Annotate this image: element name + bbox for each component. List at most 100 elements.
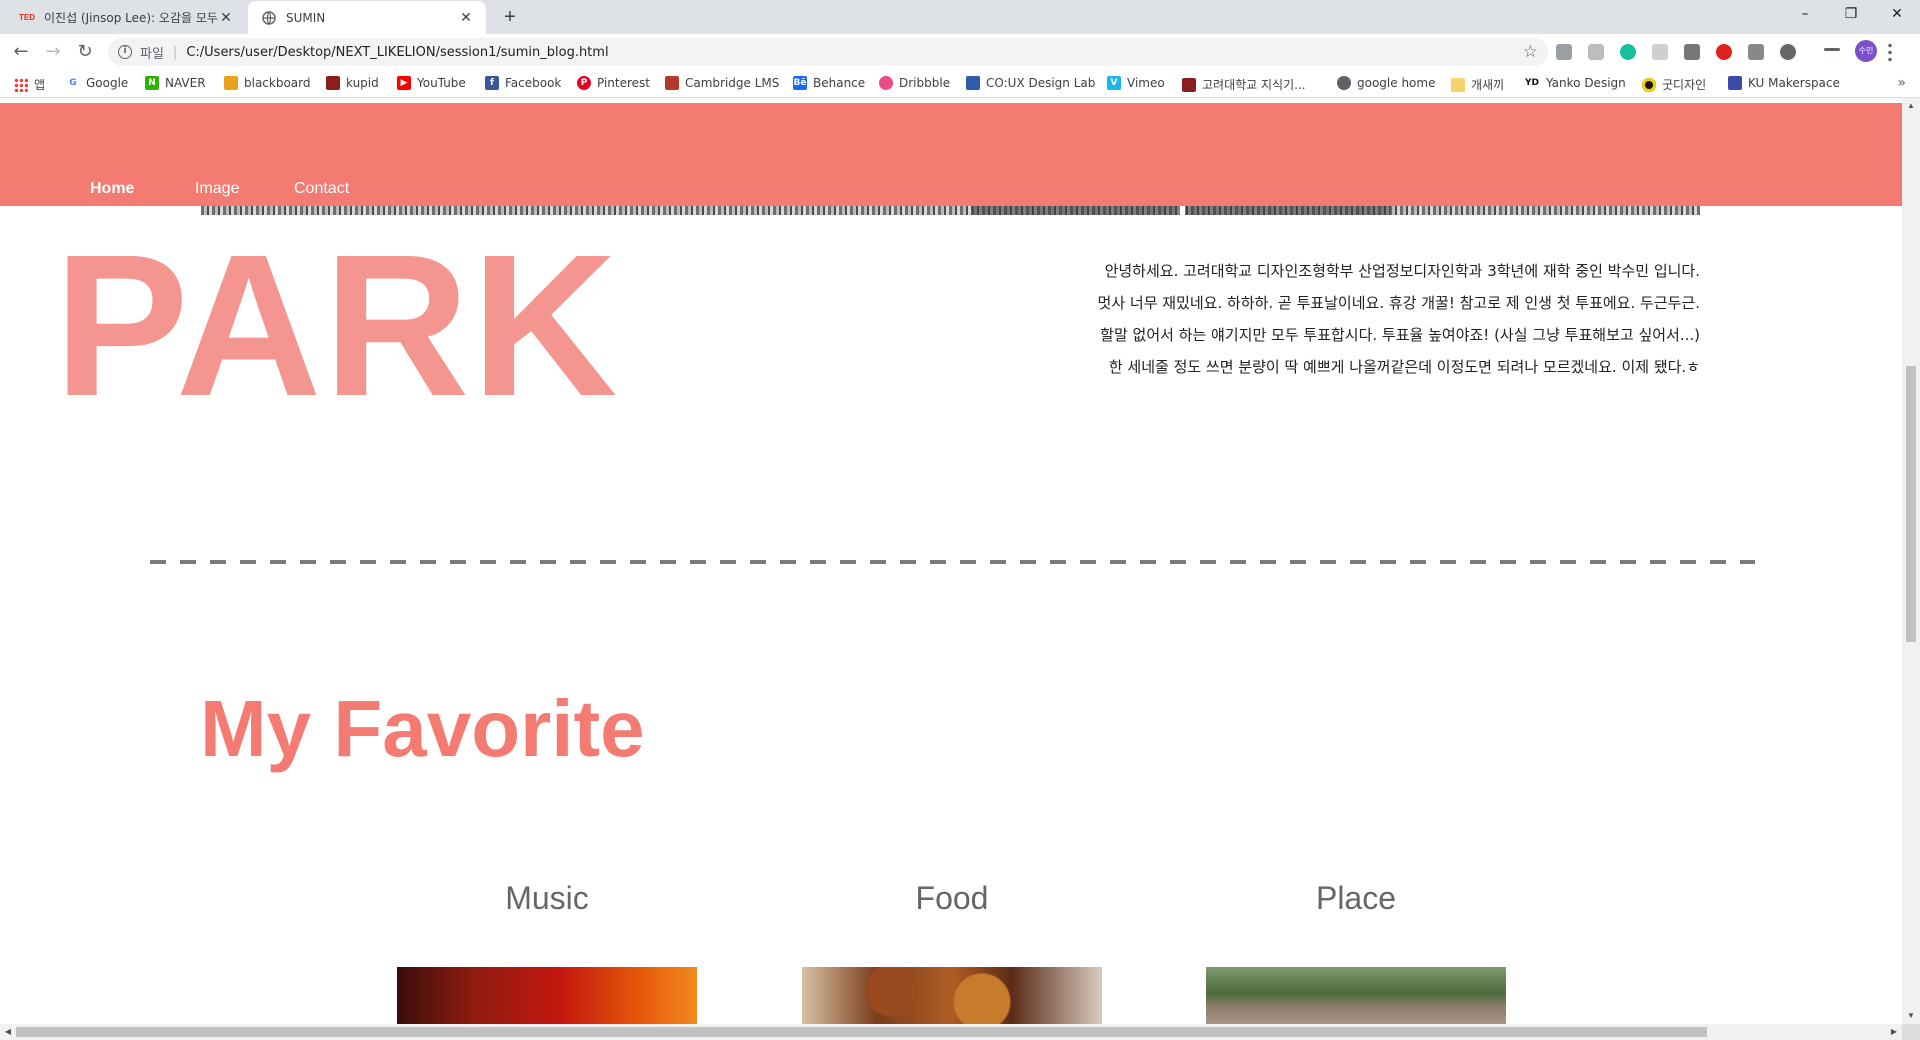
intro-paragraph: 안녕하세요. 고려대학교 디자인조형학부 산업정보디자인학과 3학년에 재학 중… [1000,255,1700,383]
behance-icon: Bē [793,76,807,90]
opera-vpn-icon[interactable] [1716,44,1732,60]
pinterest-icon: P [577,76,591,90]
address-separator: | [172,44,178,60]
scroll-down-icon[interactable]: ▼ [1902,1008,1920,1024]
grammarly-icon[interactable] [1620,44,1636,60]
bookmark-facebook[interactable]: f Facebook [485,76,561,90]
tab-strip: TED 이진섭 (Jinsop Lee): 오감을 모두 ✕ SUMIN ✕ +… [0,0,1920,34]
tab-ted[interactable]: TED 이진섭 (Jinsop Lee): 오감을 모두 ✕ [6,1,246,34]
address-url[interactable]: C:/Users/user/Desktop/NEXT_LIKELION/sess… [186,45,608,60]
makerspace-icon [1728,76,1742,90]
dashed-divider [150,560,1755,564]
bookmark-coux-design-lab[interactable]: CO:UX Design Lab [966,76,1095,90]
horizontal-scrollbar[interactable]: ◀ ▶ [0,1024,1902,1040]
bookmark-kupid[interactable]: kupid [326,76,379,90]
intro-line: 멋사 너무 재밌네요. 하하하. 곧 투표날이네요. 휴강 개꿀! 참고로 제 … [1097,294,1700,312]
youtube-icon: ▶ [397,76,411,90]
nav-home-link[interactable]: Home [90,180,134,198]
back-button[interactable]: ← [8,40,34,64]
bookmark-behance[interactable]: Bē Behance [793,76,865,90]
tab-sumin[interactable]: SUMIN ✕ [248,1,486,34]
ted-logo-icon: TED [19,13,35,22]
apps-grid-icon [14,77,28,92]
food-image [802,967,1102,1024]
bookmark-cambridge-lms[interactable]: Cambridge LMS [665,76,779,90]
scheme-label: 파일 [140,46,164,62]
blackboard-icon [224,76,238,90]
restore-button[interactable]: ❐ [1828,0,1874,30]
bookmark-google[interactable]: G Google [66,76,128,90]
info-icon[interactable]: i [118,45,132,59]
couxlab-icon [966,76,980,90]
bookmark-good-design[interactable]: 굿디자인 [1642,76,1706,93]
bookmark-korea-univ-knowledge[interactable]: 고려대학교 지식기... [1182,76,1306,93]
close-window-button[interactable]: ✕ [1874,0,1920,30]
cambridge-icon [665,76,679,90]
minimize-button[interactable]: – [1782,0,1828,30]
bookmark-blackboard[interactable]: blackboard [224,76,311,90]
globe-icon [260,10,278,25]
bookmark-star-icon[interactable]: ☆ [1523,42,1538,62]
extension-icon[interactable] [1556,44,1572,60]
bookmark-apps[interactable]: 앱 [14,76,45,93]
favorite-section-title: My Favorite [200,684,645,773]
extension-icon[interactable] [1652,44,1668,60]
bookmark-youtube[interactable]: ▶ YouTube [397,76,466,90]
extension-icon[interactable] [1684,44,1700,60]
scroll-left-icon[interactable]: ◀ [0,1024,16,1040]
bookmark-ku-makerspace[interactable]: KU Makerspace [1728,76,1840,90]
good-design-icon [1642,77,1656,92]
yanko-design-icon: YD [1524,76,1540,90]
korea-univ-crest-icon [1182,77,1196,92]
menu-dots-icon[interactable] [1888,42,1892,62]
nav-image-link[interactable]: Image [195,180,239,198]
bookmark-dribbble[interactable]: Dribbble [879,76,950,90]
favorite-label-place: Place [1315,880,1397,916]
address-bar[interactable]: i 파일 | C:/Users/user/Desktop/NEXT_LIKELI… [108,38,1548,66]
forward-button[interactable]: → [40,40,66,64]
playlist-icon[interactable] [1824,48,1840,51]
place-image [1206,967,1506,1024]
intro-line: 안녕하세요. 고려대학교 디자인조형학부 산업정보디자인학과 3학년에 재학 중… [1104,262,1700,280]
globe-icon [1337,76,1351,90]
scroll-right-icon[interactable]: ▶ [1886,1024,1902,1040]
page-viewport: Home Image Contact PARK 안녕하세요. 고려대학교 디자인… [0,98,1902,1024]
scrollbar-corner [1902,1024,1920,1040]
intro-line: 할말 없어서 하는 얘기지만 모두 투표합시다. 투표율 높여야죠! (사실 그… [1100,326,1700,344]
dribbble-icon [879,76,893,90]
profile-avatar[interactable]: 수민 [1855,40,1877,62]
extension-icon[interactable] [1780,44,1796,60]
google-icon: G [66,76,80,90]
new-tab-button[interactable]: + [496,4,524,30]
bookmarks-bar: 앱 G Google N NAVER blackboard kupid ▶ YouTu… [0,70,1920,98]
horizontal-scroll-thumb[interactable] [16,1027,1707,1037]
favorite-label-food: Food [915,880,989,916]
bookmark-vimeo[interactable]: V Vimeo [1107,76,1165,90]
tab-close-icon[interactable]: ✕ [218,10,234,26]
bookmark-naver[interactable]: N NAVER [145,76,206,90]
bookmark-folder[interactable]: 개새끼 [1451,76,1504,93]
extension-icon[interactable] [1588,44,1604,60]
tab-close-icon[interactable]: ✕ [458,10,474,26]
vertical-scroll-thumb[interactable] [1906,366,1916,642]
scroll-up-icon[interactable]: ▲ [1902,98,1920,114]
intro-line: 한 세네줄 정도 쓰면 분량이 딱 예쁘게 나올꺼같은데 이정도면 되려나 모르… [1108,358,1700,376]
tab-title: SUMIN [286,10,326,25]
nav-contact-link[interactable]: Contact [294,180,349,198]
bookmarks-overflow-button[interactable]: » [1897,75,1906,91]
vimeo-icon: V [1107,76,1121,90]
site-header: Home Image Contact [0,103,1902,206]
folder-icon [1451,77,1465,92]
bookmark-yanko-design[interactable]: YD Yanko Design [1524,76,1626,90]
vertical-scrollbar[interactable]: ▲ ▼ [1902,98,1920,1024]
korea-univ-crest-icon [326,76,340,90]
bookmark-google-home[interactable]: google home [1337,76,1435,90]
extension-icon[interactable] [1748,44,1764,60]
reload-button[interactable]: ↻ [72,40,98,64]
music-image [397,967,697,1024]
hero-title: PARK [54,212,620,438]
facebook-icon: f [485,76,499,90]
naver-icon: N [145,76,159,90]
bookmark-pinterest[interactable]: P Pinterest [577,76,650,90]
browser-toolbar: ← → ↻ i 파일 | C:/Users/user/Desktop/NEXT_… [0,34,1920,70]
